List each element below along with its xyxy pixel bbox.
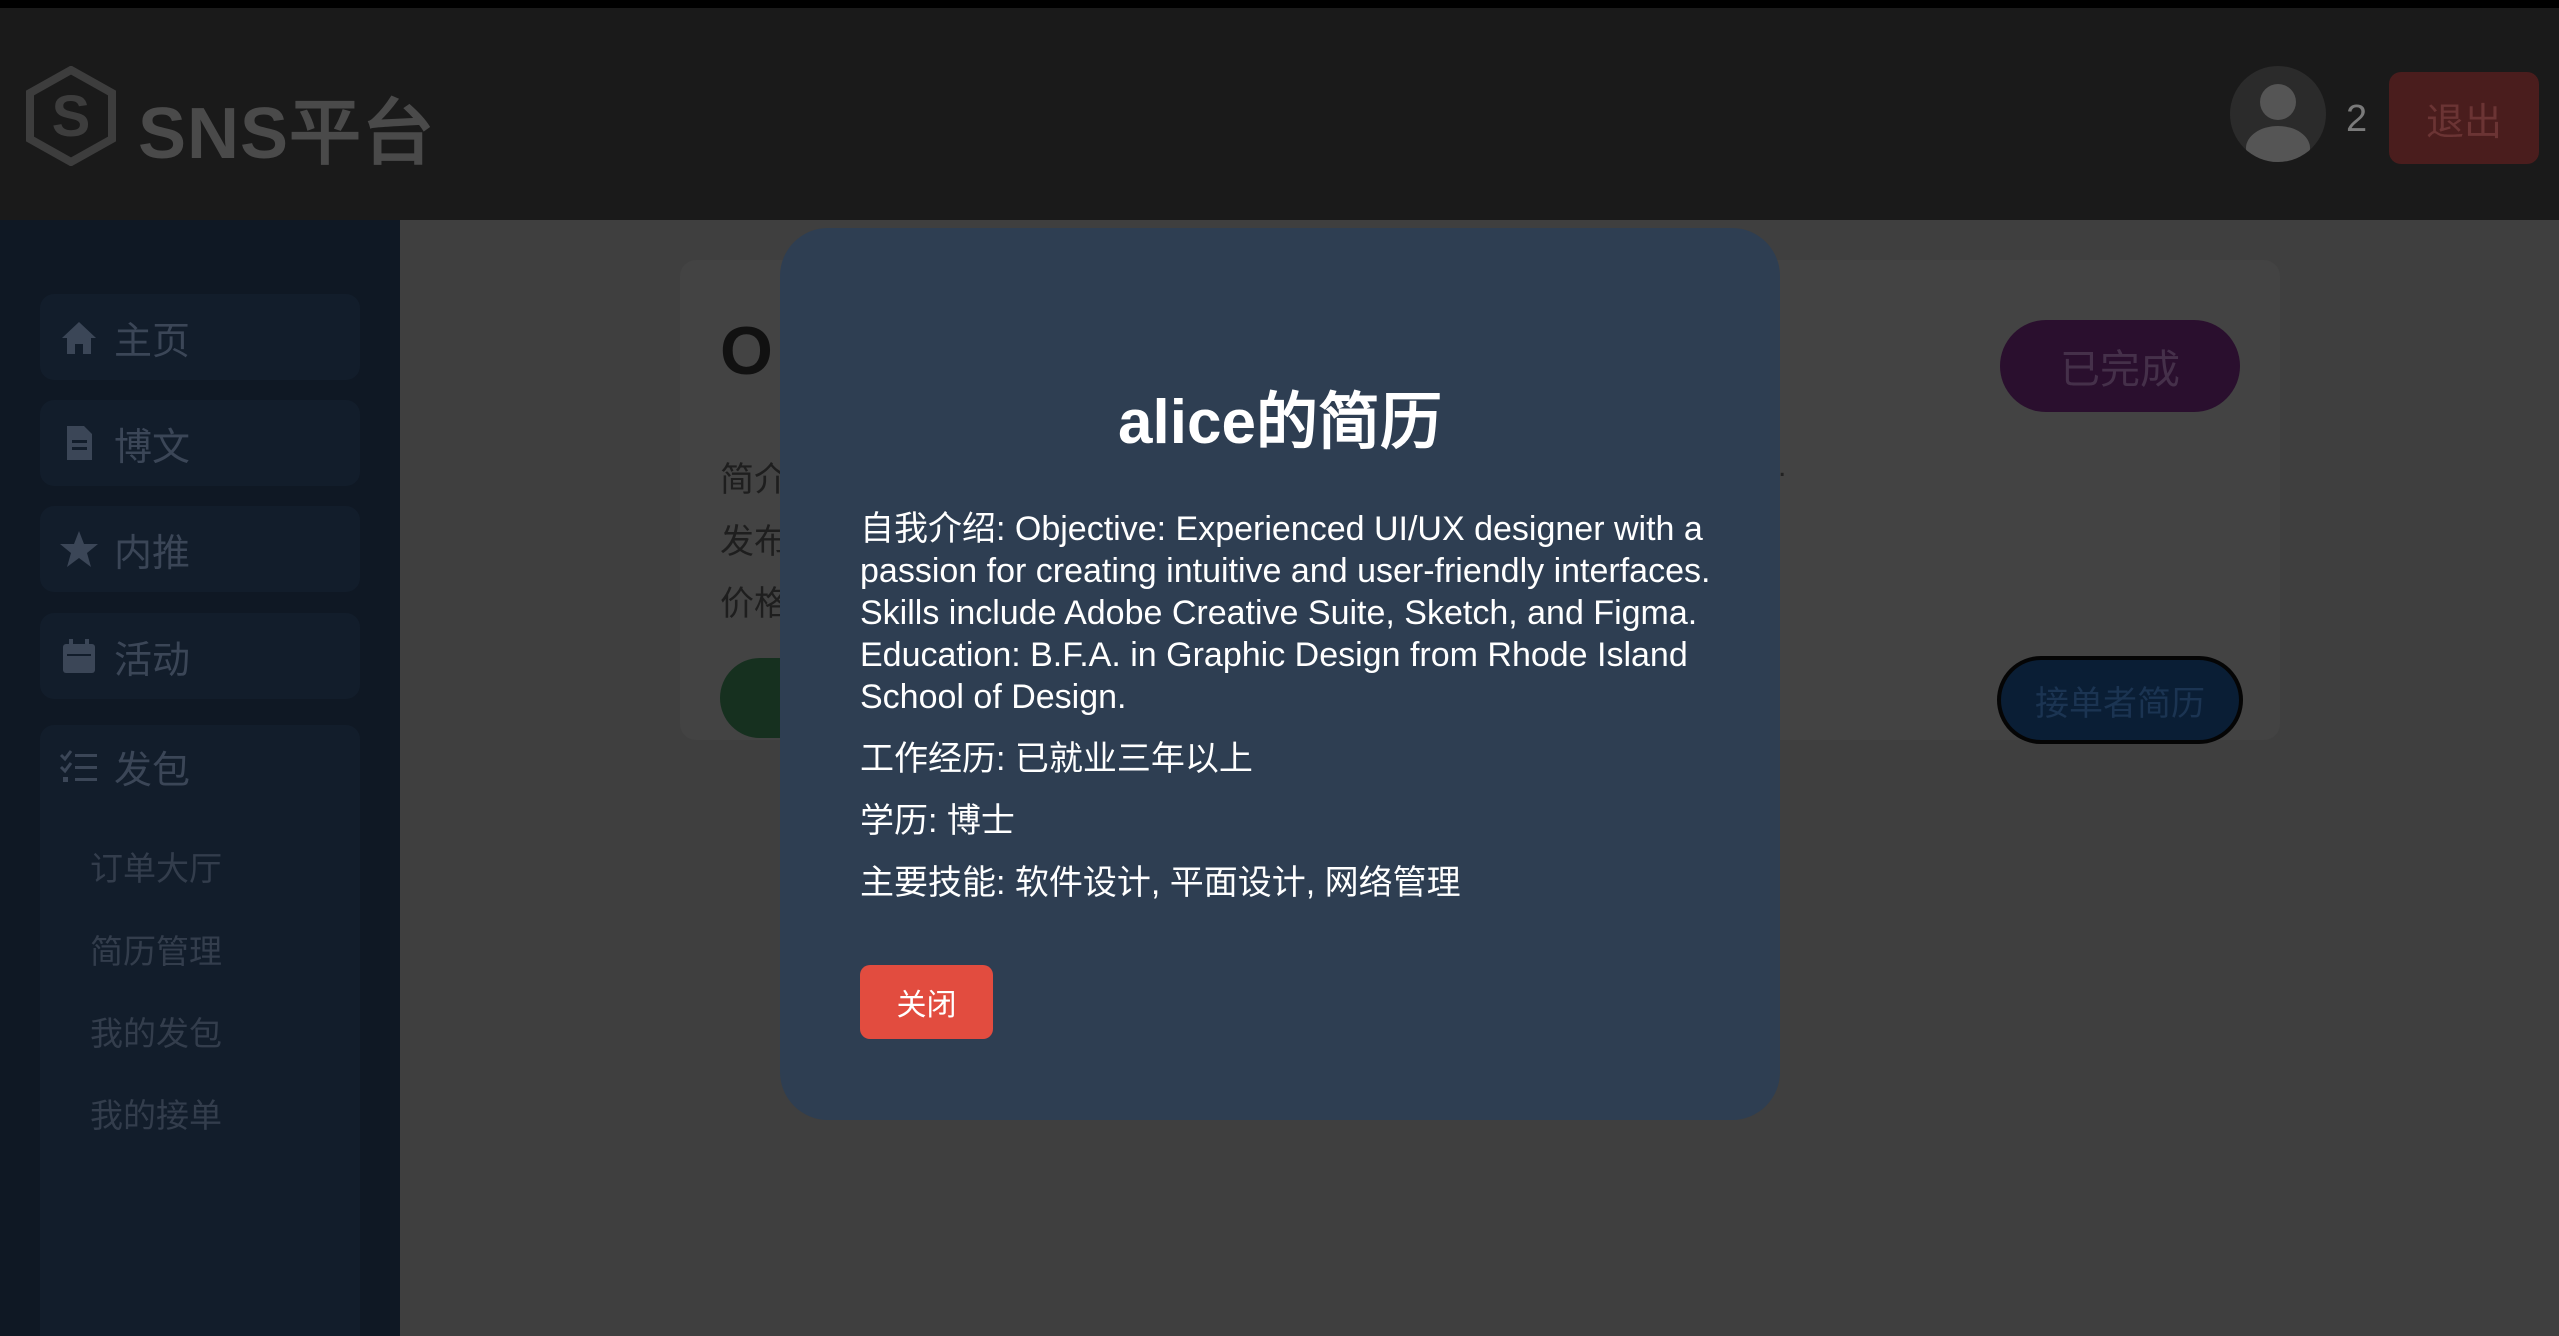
modal-title: alice的简历 bbox=[1118, 388, 1442, 457]
page: S SNS平台 2 退出 主页 博文 内推 活动 发包 订单大厅 简历管理 我的… bbox=[0, 0, 2559, 1336]
resume-skills: 主要技能: 软件设计, 平面设计, 网络管理 bbox=[860, 864, 1461, 902]
resume-intro: 自我介绍: Objective: Experienced UI/UX desig… bbox=[860, 510, 1711, 716]
resume-education: 学历: 博士 bbox=[860, 802, 1015, 840]
resume-modal: alice的简历 自我介绍: Objective: Experienced UI… bbox=[780, 228, 1780, 1120]
modal-body: 自我介绍: Objective: Experienced UI/UX desig… bbox=[860, 508, 1720, 924]
resume-experience: 工作经历: 已就业三年以上 bbox=[860, 740, 1253, 778]
top-strip bbox=[0, 0, 2559, 8]
close-button[interactable]: 关闭 bbox=[860, 965, 993, 1039]
